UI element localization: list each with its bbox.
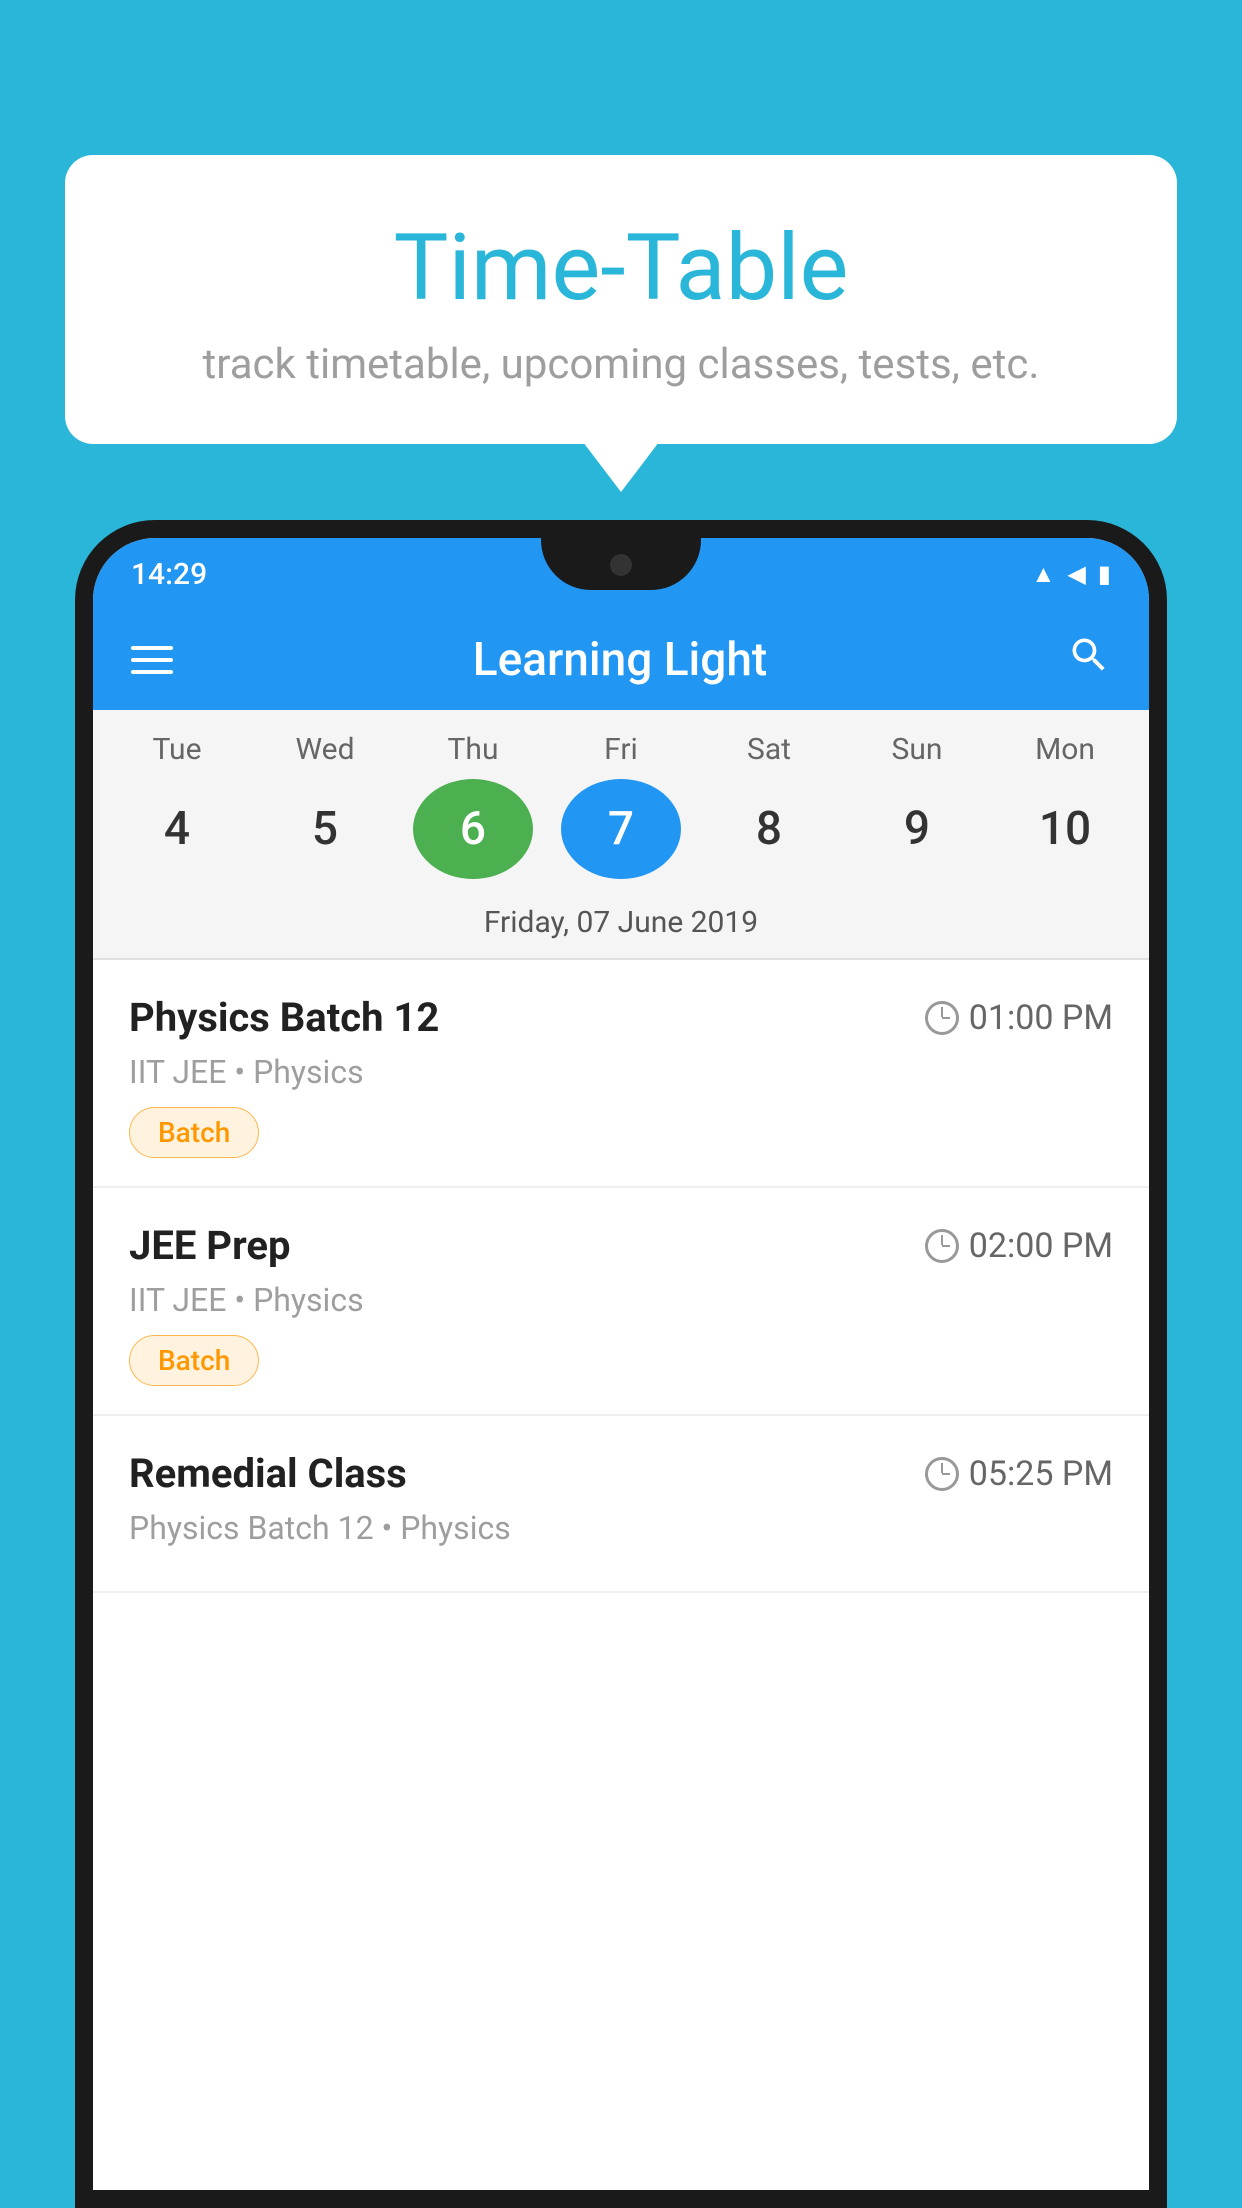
app-bar: Learning Light [93, 610, 1149, 710]
status-time: 14:29 [131, 557, 207, 592]
speech-bubble: Time-Table track timetable, upcoming cla… [65, 155, 1177, 444]
clock-icon-0 [925, 1001, 959, 1035]
schedule-item-2-sub: Physics Batch 12 • Physics [129, 1509, 1113, 1547]
schedule-item-2-time-text: 05:25 PM [969, 1454, 1113, 1494]
clock-icon-2 [925, 1457, 959, 1491]
schedule-item-1-time-text: 02:00 PM [969, 1226, 1113, 1266]
day-labels: Tue Wed Thu Fri Sat Sun Mon [93, 732, 1149, 767]
speech-bubble-subtitle: track timetable, upcoming classes, tests… [125, 340, 1117, 389]
schedule-item-0-title: Physics Batch 12 [129, 994, 439, 1041]
search-button[interactable] [1067, 633, 1111, 688]
schedule-item-0-header: Physics Batch 12 01:00 PM [129, 994, 1113, 1041]
schedule-item-1-time: 02:00 PM [925, 1226, 1113, 1266]
day-8[interactable]: 8 [709, 779, 829, 879]
schedule-item-2-title: Remedial Class [129, 1450, 407, 1497]
schedule-item-1-header: JEE Prep 02:00 PM [129, 1222, 1113, 1269]
schedule-item-2-time: 05:25 PM [925, 1454, 1113, 1494]
schedule-list: Physics Batch 12 01:00 PM IIT JEE • Phys… [93, 960, 1149, 1593]
day-10[interactable]: 10 [1005, 779, 1125, 879]
menu-button[interactable] [131, 646, 173, 674]
day-5[interactable]: 5 [265, 779, 385, 879]
battery-icon: ▮ [1098, 560, 1111, 588]
schedule-item-0-time-text: 01:00 PM [969, 998, 1113, 1038]
day-7-selected[interactable]: 7 [561, 779, 681, 879]
schedule-item-2[interactable]: Remedial Class 05:25 PM Physics Batch 12… [93, 1416, 1149, 1593]
camera [610, 554, 632, 576]
day-numbers: 4 5 6 7 8 9 10 [93, 779, 1149, 879]
selected-date-label: Friday, 07 June 2019 [93, 895, 1149, 958]
schedule-item-0[interactable]: Physics Batch 12 01:00 PM IIT JEE • Phys… [93, 960, 1149, 1188]
notch [541, 538, 701, 590]
day-4[interactable]: 4 [117, 779, 237, 879]
schedule-item-0-time: 01:00 PM [925, 998, 1113, 1038]
schedule-item-1-badge: Batch [129, 1335, 259, 1386]
schedule-item-1-sub: IIT JEE • Physics [129, 1281, 1113, 1319]
schedule-item-2-header: Remedial Class 05:25 PM [129, 1450, 1113, 1497]
calendar-header: Tue Wed Thu Fri Sat Sun Mon 4 5 6 7 8 9 … [93, 710, 1149, 958]
day-label-sat: Sat [709, 732, 829, 767]
day-label-tue: Tue [117, 732, 237, 767]
day-label-fri: Fri [561, 732, 681, 767]
wifi-icon: ▲ [1032, 560, 1056, 589]
signal-icon: ◀ [1067, 560, 1085, 588]
clock-icon-1 [925, 1229, 959, 1263]
schedule-item-0-sub: IIT JEE • Physics [129, 1053, 1113, 1091]
status-icons: ▲ ◀ ▮ [1032, 560, 1111, 589]
speech-bubble-container: Time-Table track timetable, upcoming cla… [65, 155, 1177, 444]
phone-frame: 14:29 ▲ ◀ ▮ Learning Light [75, 520, 1167, 2208]
day-label-mon: Mon [1005, 732, 1125, 767]
schedule-item-1-title: JEE Prep [129, 1222, 290, 1269]
app-title: Learning Light [473, 633, 768, 687]
phone-container: 14:29 ▲ ◀ ▮ Learning Light [75, 520, 1167, 2208]
day-label-sun: Sun [857, 732, 977, 767]
speech-bubble-title: Time-Table [125, 215, 1117, 322]
schedule-item-1[interactable]: JEE Prep 02:00 PM IIT JEE • Physics Batc… [93, 1188, 1149, 1416]
day-label-thu: Thu [413, 732, 533, 767]
day-label-wed: Wed [265, 732, 385, 767]
day-6-today[interactable]: 6 [413, 779, 533, 879]
schedule-item-0-badge: Batch [129, 1107, 259, 1158]
day-9[interactable]: 9 [857, 779, 977, 879]
phone-screen: 14:29 ▲ ◀ ▮ Learning Light [93, 538, 1149, 2190]
